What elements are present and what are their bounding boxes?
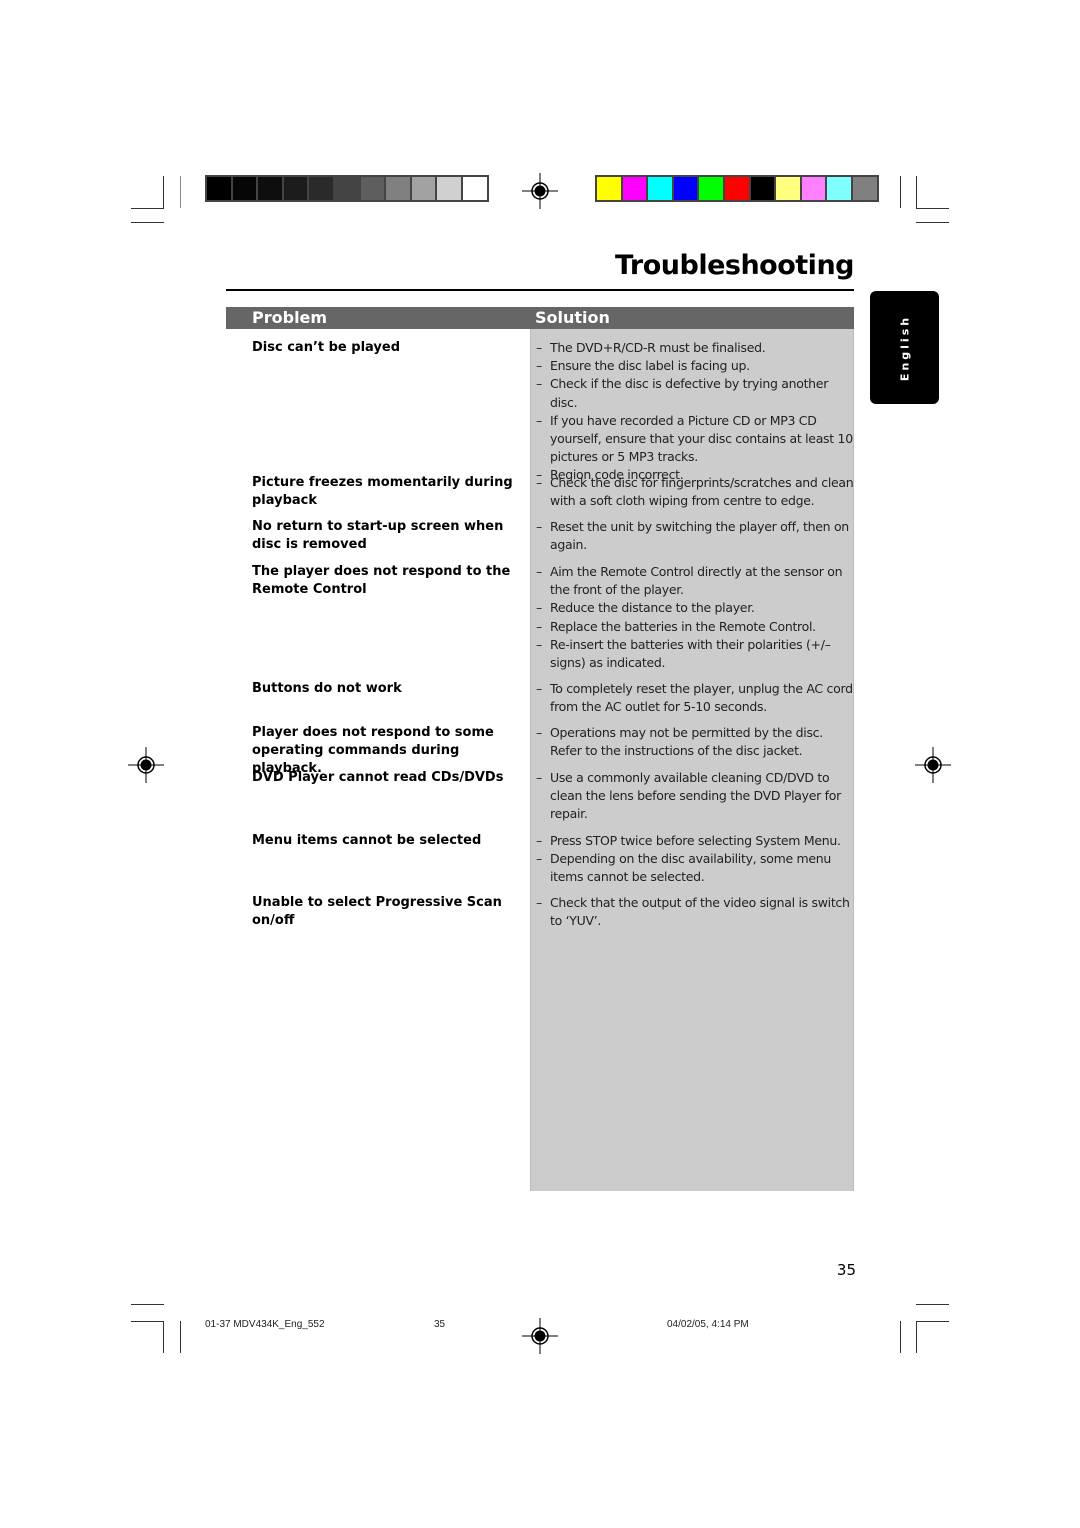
problem-text: Menu items cannot be selected [252, 833, 482, 848]
color-swatch [360, 177, 385, 200]
color-swatch [801, 177, 826, 200]
crop-mark [916, 222, 949, 223]
solution-list: To completely reset the player, unplug t… [536, 680, 854, 716]
color-swatch [258, 177, 282, 200]
solution-item: Reduce the distance to the player. [536, 599, 854, 617]
color-swatch [411, 177, 436, 200]
solution-list: Use a commonly available cleaning CD/DVD… [536, 769, 854, 824]
color-swatch [776, 177, 800, 200]
crop-mark [916, 1321, 917, 1353]
crop-mark [916, 1304, 949, 1305]
solution-list: Check that the output of the video signa… [536, 894, 854, 930]
solution-list: The DVD+R/CD-R must be finalised.Ensure … [536, 339, 854, 485]
color-swatch [597, 177, 621, 200]
color-swatch [437, 177, 461, 200]
page-title: Troubleshooting [614, 250, 855, 281]
crop-mark [131, 222, 164, 223]
crop-mark [163, 176, 164, 208]
color-swatch [283, 177, 308, 200]
title-divider [226, 289, 854, 291]
solution-list: Operations may not be permitted by the d… [536, 724, 854, 760]
crop-mark [163, 1321, 164, 1353]
color-swatch [852, 177, 877, 200]
crop-mark [916, 208, 949, 209]
color-swatch [750, 177, 775, 200]
color-swatch [724, 177, 749, 200]
registration-target-icon [128, 747, 164, 783]
problem-text: Unable to select Progressive Scan on/off [252, 895, 502, 929]
grayscale-calibration-bar [205, 175, 489, 202]
color-swatch [462, 177, 487, 200]
color-swatch [622, 177, 647, 200]
crop-mark [131, 1304, 164, 1305]
color-swatch [334, 177, 359, 200]
color-swatch [207, 177, 231, 200]
crop-mark [180, 176, 181, 208]
crop-mark [180, 1321, 181, 1353]
table-header: Problem Solution [226, 307, 854, 329]
solution-item: If you have recorded a Picture CD or MP3… [536, 412, 854, 467]
problem-text: Buttons do not work [252, 681, 402, 696]
problem-text: No return to start-up screen when disc i… [252, 519, 504, 553]
solution-item: To completely reset the player, unplug t… [536, 680, 854, 716]
solution-list: Aim the Remote Control directly at the s… [536, 563, 854, 672]
footer-page: 35 [434, 1319, 446, 1330]
crop-mark [900, 1321, 901, 1353]
solution-item: The DVD+R/CD-R must be finalised. [536, 339, 854, 357]
solution-item: Check if the disc is defective by trying… [536, 375, 854, 411]
problem-text: Disc can’t be played [252, 340, 401, 355]
solution-item: Press STOP twice before selecting System… [536, 832, 854, 850]
solution-item: Aim the Remote Control directly at the s… [536, 563, 854, 599]
crop-mark [131, 1321, 164, 1322]
color-swatch [232, 177, 257, 200]
solution-item: Replace the batteries in the Remote Cont… [536, 618, 854, 636]
color-swatch [673, 177, 698, 200]
solution-list: Check the disc for fingerprints/scratche… [536, 474, 854, 510]
problem-text: The player does not respond to the Remot… [252, 564, 511, 598]
solution-item: Re-insert the batteries with their polar… [536, 636, 854, 672]
solution-item: Operations may not be permitted by the d… [536, 724, 854, 760]
crop-mark [900, 176, 901, 208]
page-number: 35 [836, 1261, 856, 1279]
color-calibration-bar [595, 175, 879, 202]
solution-item: Depending on the disc availability, some… [536, 850, 854, 886]
header-solution: Solution [535, 308, 610, 327]
solution-item: Ensure the disc label is facing up. [536, 357, 854, 375]
registration-target-icon [522, 1318, 558, 1354]
solution-item: Reset the unit by switching the player o… [536, 518, 854, 554]
solution-item: Use a commonly available cleaning CD/DVD… [536, 769, 854, 824]
header-problem: Problem [252, 308, 328, 327]
footer-datetime: 04/02/05, 4:14 PM [667, 1319, 749, 1330]
color-swatch [827, 177, 851, 200]
registration-target-icon [915, 747, 951, 783]
solution-item: Check that the output of the video signa… [536, 894, 854, 930]
solution-item: Check the disc for fingerprints/scratche… [536, 474, 854, 510]
crop-mark [131, 208, 164, 209]
problem-text: DVD Player cannot read CDs/DVDs [252, 770, 504, 785]
language-tab-label: English [898, 314, 911, 381]
language-tab: English [870, 291, 939, 404]
color-swatch [386, 177, 410, 200]
crop-mark [916, 176, 917, 208]
footer-file: 01-37 MDV434K_Eng_552 [205, 1319, 325, 1330]
crop-mark [916, 1321, 949, 1322]
color-swatch [699, 177, 723, 200]
color-swatch [309, 177, 333, 200]
solution-list: Press STOP twice before selecting System… [536, 832, 854, 887]
registration-target-icon [522, 173, 558, 209]
color-swatch [648, 177, 672, 200]
solution-list: Reset the unit by switching the player o… [536, 518, 854, 554]
problem-text: Picture freezes momentarily during playb… [252, 475, 513, 509]
